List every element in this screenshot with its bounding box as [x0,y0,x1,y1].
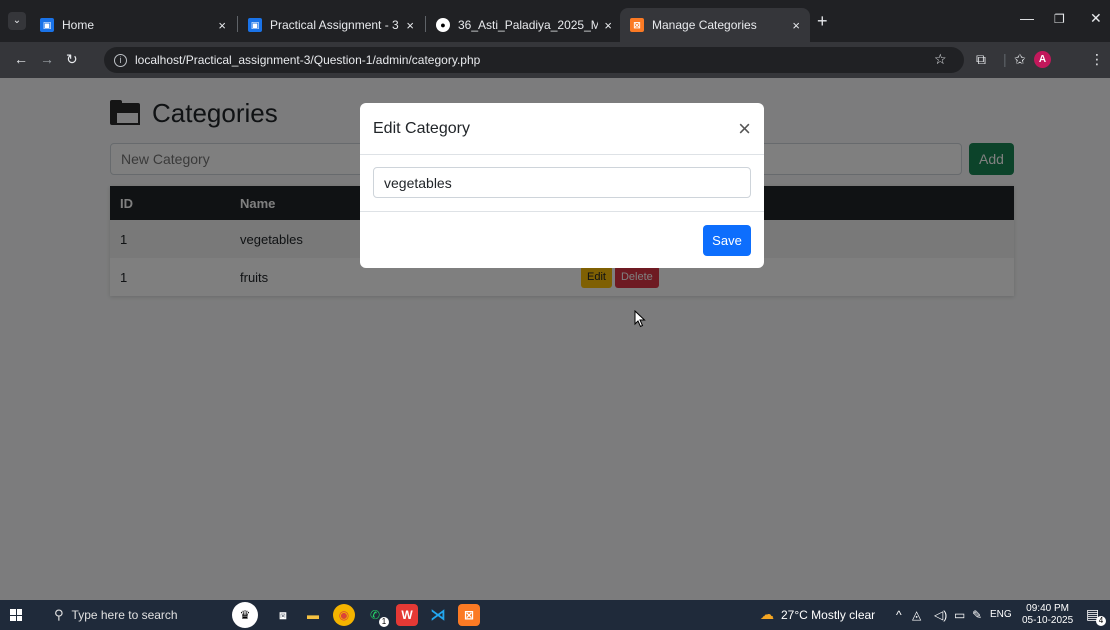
vscode-icon[interactable]: ⋊ [427,604,449,626]
close-window-icon[interactable]: ✕ [1090,10,1102,27]
extensions-icon[interactable]: ⧉ [976,51,986,68]
tab-practical-assignment[interactable]: ▣ Practical Assignment - 3 × [238,8,424,42]
site-info-icon[interactable]: i [114,53,127,67]
page-content: Categories Add ID Name Actions 1 vegetab… [0,78,1110,600]
minimize-icon[interactable]: — [1020,10,1034,26]
clock-date: 05-10-2025 [1022,615,1074,626]
network-icon[interactable]: ◬ [912,608,921,622]
xampp-icon: ⊠ [630,18,644,32]
profile-avatar[interactable]: A [1034,51,1051,68]
category-name-input[interactable] [373,167,751,198]
weather-icon[interactable]: ☁ [760,606,774,623]
favorites-icon[interactable]: ✩ [1014,51,1026,68]
modal-body [360,155,764,212]
close-tab-icon[interactable]: × [604,18,612,33]
github-icon: ● [436,18,450,32]
chrome-icon[interactable]: ◉ [333,604,355,626]
modal-title: Edit Category [373,119,470,137]
tab-home[interactable]: ▣ Home × [30,8,236,42]
wps-office-icon[interactable]: W [396,604,418,626]
bookmark-star-icon[interactable]: ☆ [934,51,947,68]
url-text: localhost/Practical_assignment-3/Questio… [135,53,481,67]
notification-badge: 4 [1096,616,1106,626]
tab-github[interactable]: ● 36_Asti_Paladiya_2025_MSCICT × [426,8,622,42]
battery-icon[interactable]: ▭ [954,608,965,622]
language-indicator[interactable]: ENG [990,609,1012,620]
close-tab-icon[interactable]: × [406,18,414,33]
taskbar-search-placeholder: Type here to search [71,608,178,622]
taskbar-search-box[interactable]: ⚲ Type here to search [46,602,206,628]
address-bar[interactable]: i localhost/Practical_assignment-3/Quest… [104,47,964,73]
close-tab-icon[interactable]: × [218,18,226,33]
restore-icon[interactable]: ❐ [1054,12,1065,26]
modal-footer: Save [360,212,764,268]
tab-search-icon[interactable]: ⌄ [8,12,26,30]
weather-text[interactable]: 27°C Mostly clear [781,608,875,622]
show-hidden-icons-icon[interactable]: ^ [896,608,902,622]
whatsapp-badge: 1 [379,617,389,627]
search-icon: ⚲ [54,607,64,622]
forward-icon[interactable]: → [40,51,54,67]
volume-icon[interactable]: ◁) [934,608,947,622]
windows-taskbar: ⚲ Type here to search ♛ ⧈ ▬ ◉ ✆ 1 W ⋊ ⊠ … [0,600,1110,630]
back-icon[interactable]: ← [14,51,28,67]
windows-start-icon[interactable] [10,609,22,621]
toolbar-divider: | [1003,51,1007,67]
tab-manage-categories[interactable]: ⊠ Manage Categories × [620,8,810,42]
clock-time: 09:40 PM [1026,603,1069,614]
save-button[interactable]: Save [703,225,751,256]
photo-icon: ▣ [248,18,262,32]
new-tab-button[interactable]: + [817,12,828,30]
close-tab-icon[interactable]: × [792,18,800,33]
xampp-icon[interactable]: ⊠ [458,604,480,626]
edit-category-modal: Edit Category × Save [360,103,764,268]
modal-header: Edit Category × [360,103,764,155]
taskbar-clock[interactable]: 09:40 PM 05-10-2025 [1022,603,1073,627]
tuxedo-app-icon[interactable]: ♛ [232,602,258,628]
photo-icon: ▣ [40,18,54,32]
task-view-icon[interactable]: ⧈ [272,604,294,626]
mouse-cursor-icon [634,310,646,328]
close-icon[interactable]: × [738,117,751,140]
browser-toolbar: ← → ↻ i localhost/Practical_assignment-3… [0,42,1110,78]
menu-kebab-icon[interactable]: ⋮ [1090,51,1104,68]
pen-icon[interactable]: ✎ [972,608,982,622]
file-explorer-icon[interactable]: ▬ [302,604,324,626]
reload-icon[interactable]: ↻ [66,51,78,68]
tab-strip: ⌄ ▣ Home × ▣ Practical Assignment - 3 × … [0,0,1110,42]
